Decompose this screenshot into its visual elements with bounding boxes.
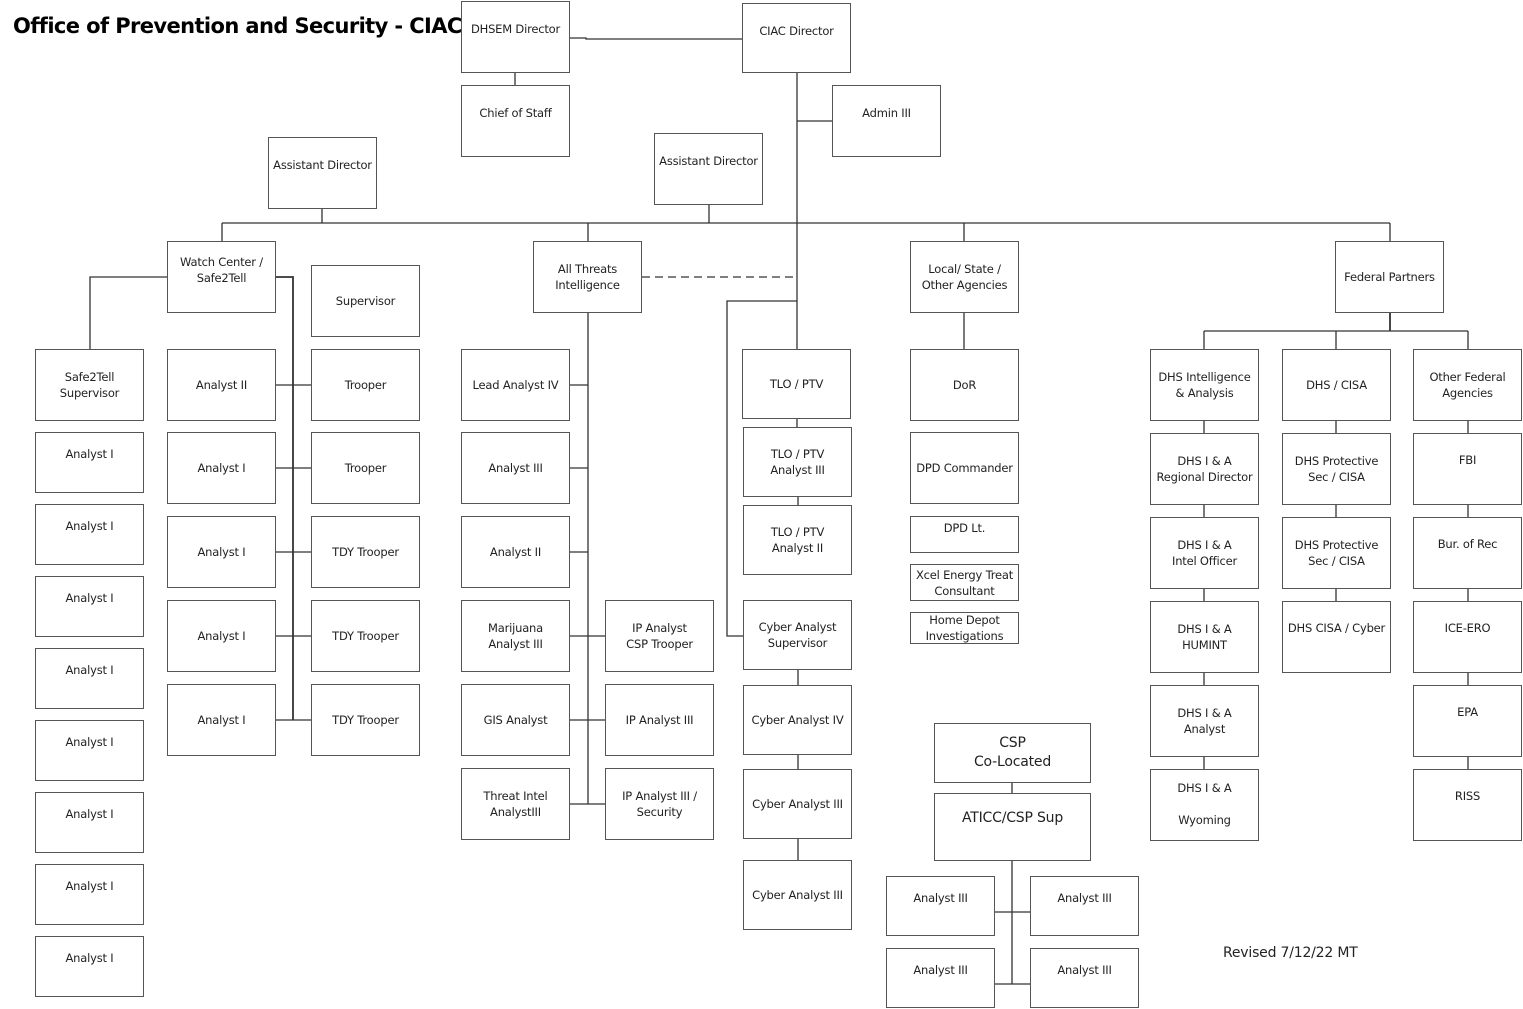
node-safe2tell-supervisor: Safe2Tell Supervisor xyxy=(35,349,144,421)
node-watch-analyst: Analyst II xyxy=(167,349,276,421)
node-cyber-analyst: Cyber Analyst Supervisor xyxy=(743,600,852,670)
node-ati-analyst: Analyst III xyxy=(461,432,570,504)
node-watch-analyst: Analyst I xyxy=(167,684,276,756)
node-ati-analyst: Lead Analyst IV xyxy=(461,349,570,421)
node-chief-of-staff: Chief of Staff xyxy=(461,85,570,157)
node-csp-analyst: Analyst III xyxy=(886,948,995,1008)
node-local-agency: Xcel Energy Treat Consultant xyxy=(910,564,1019,601)
node-watch-center: Watch Center / Safe2Tell xyxy=(167,241,276,313)
node-dhs-cisa: DHS Protective Sec / CISA xyxy=(1282,433,1391,505)
node-aticc-csp-sup: ATICC/CSP Sup xyxy=(934,793,1091,861)
node-watch-supervisor: Supervisor xyxy=(311,265,420,337)
node-other-federal: Other Federal Agencies xyxy=(1413,349,1522,421)
node-ip-analyst: IP Analyst CSP Trooper xyxy=(605,600,714,672)
line-dhsem-ciac xyxy=(569,37,743,40)
node-dhsem-director: DHSEM Director xyxy=(461,1,570,73)
node-safe2tell-analyst: Analyst I xyxy=(35,720,144,781)
node-tlo-ptv: TLO / PTV Analyst II xyxy=(743,505,852,575)
node-trooper: TDY Trooper xyxy=(311,600,420,672)
node-safe2tell-analyst: Analyst I xyxy=(35,576,144,637)
node-admin-iii: Admin III xyxy=(832,85,941,157)
node-ciac-director: CIAC Director xyxy=(742,3,851,73)
node-other-federal: RISS xyxy=(1413,769,1522,841)
node-local-agency: DPD Lt. xyxy=(910,516,1019,553)
node-csp-analyst: Analyst III xyxy=(886,876,995,936)
node-cyber-analyst: Cyber Analyst IV xyxy=(743,685,852,755)
node-watch-analyst: Analyst I xyxy=(167,600,276,672)
node-assistant-director-center: Assistant Director xyxy=(654,133,763,205)
node-ati-analyst: Marijuana Analyst III xyxy=(461,600,570,672)
node-safe2tell-analyst: Analyst I xyxy=(35,432,144,493)
line-watch-safe2tell xyxy=(89,276,168,349)
node-cyber-analyst: Cyber Analyst III xyxy=(743,860,852,930)
node-dhs-cisa: DHS Protective Sec / CISA xyxy=(1282,517,1391,589)
node-trooper: TDY Trooper xyxy=(311,516,420,588)
node-dhs-ia: DHS I & A Intel Officer xyxy=(1150,517,1259,589)
node-ati-analyst: Analyst II xyxy=(461,516,570,588)
node-assistant-director-left: Assistant Director xyxy=(268,137,377,209)
node-ati-analyst: Threat Intel AnalystIII xyxy=(461,768,570,840)
node-csp-co-located: CSP Co-Located xyxy=(934,723,1091,783)
node-safe2tell-analyst: Analyst I xyxy=(35,864,144,925)
node-trooper: Trooper xyxy=(311,432,420,504)
node-other-federal: Bur. of Rec xyxy=(1413,517,1522,589)
node-local-state-agencies: Local/ State / Other Agencies xyxy=(910,241,1019,313)
node-dhs-ia: DHS I & A HUMINT xyxy=(1150,601,1259,673)
node-watch-analyst: Analyst I xyxy=(167,516,276,588)
line-watch-trunk xyxy=(276,276,294,720)
node-trooper: TDY Trooper xyxy=(311,684,420,756)
node-watch-analyst: Analyst I xyxy=(167,432,276,504)
node-ip-analyst: IP Analyst III / Security xyxy=(605,768,714,840)
node-other-federal: ICE-ERO xyxy=(1413,601,1522,673)
node-safe2tell-analyst: Analyst I xyxy=(35,792,144,853)
node-safe2tell-analyst: Analyst I xyxy=(35,648,144,709)
node-federal-partners: Federal Partners xyxy=(1335,241,1444,313)
node-local-agency: Home Depot Investigations xyxy=(910,612,1019,644)
node-other-federal: EPA xyxy=(1413,685,1522,757)
node-dhs-cisa: DHS CISA / Cyber xyxy=(1282,601,1391,673)
node-csp-analyst: Analyst III xyxy=(1030,876,1139,936)
revision-note: Revised 7/12/22 MT xyxy=(1223,945,1358,961)
node-tlo-ptv: TLO / PTV Analyst III xyxy=(743,427,852,497)
node-local-agency: DoR xyxy=(910,349,1019,421)
node-ip-analyst: IP Analyst III xyxy=(605,684,714,756)
node-dhs-ia: DHS Intelligence & Analysis xyxy=(1150,349,1259,421)
node-local-agency: DPD Commander xyxy=(910,432,1019,504)
node-dhs-ia: DHS I & A Analyst xyxy=(1150,685,1259,757)
node-other-federal: FBI xyxy=(1413,433,1522,505)
node-all-threats-intelligence: All Threats Intelligence xyxy=(533,241,642,313)
node-tlo-ptv: TLO / PTV xyxy=(742,349,851,419)
node-trooper: Trooper xyxy=(311,349,420,421)
node-csp-analyst: Analyst III xyxy=(1030,948,1139,1008)
node-dhs-ia: DHS I & A Regional Director xyxy=(1150,433,1259,505)
node-dhs-cisa: DHS / CISA xyxy=(1282,349,1391,421)
node-cyber-analyst: Cyber Analyst III xyxy=(743,769,852,839)
node-safe2tell-analyst: Analyst I xyxy=(35,504,144,565)
node-ati-analyst: GIS Analyst xyxy=(461,684,570,756)
node-safe2tell-analyst: Analyst I xyxy=(35,936,144,997)
node-dhs-ia: DHS I & A Wyoming xyxy=(1150,769,1259,841)
